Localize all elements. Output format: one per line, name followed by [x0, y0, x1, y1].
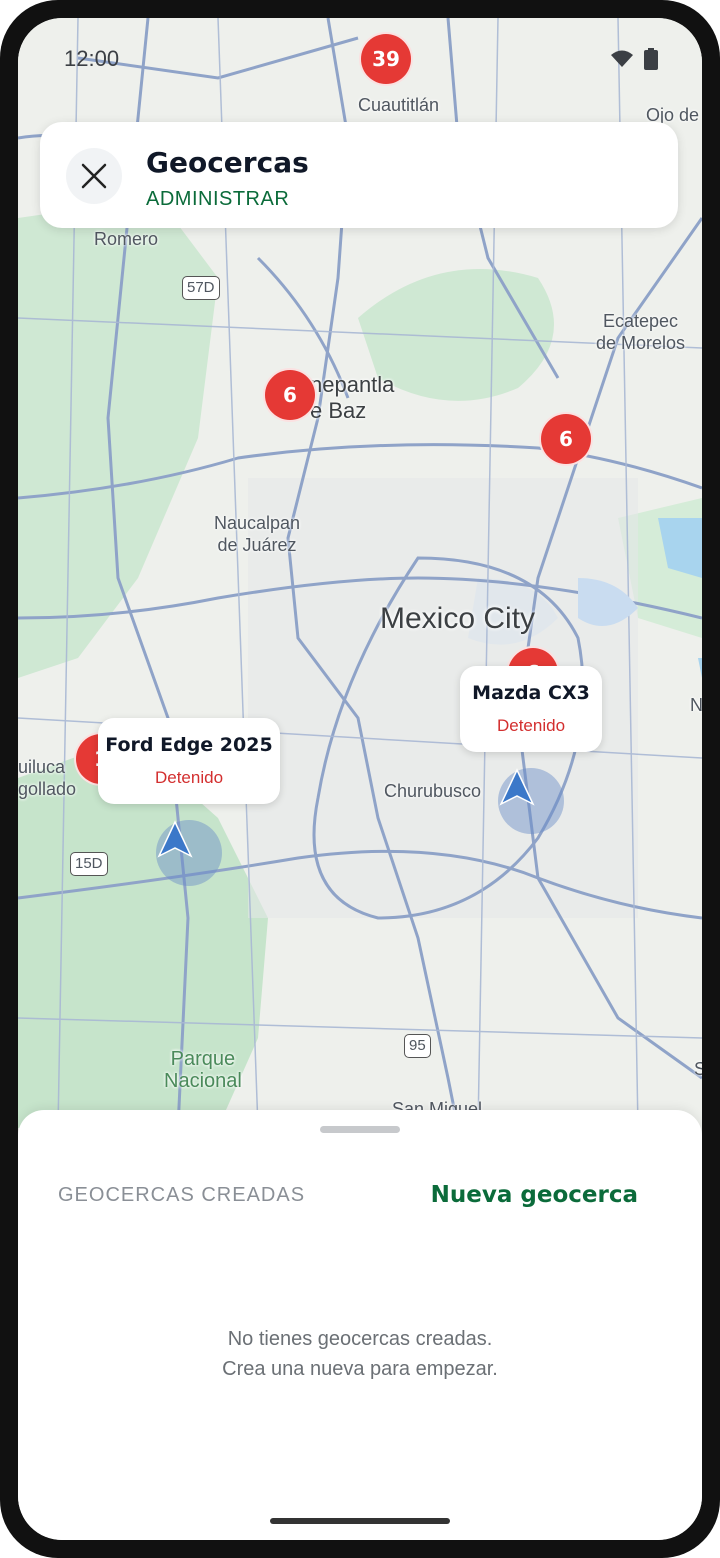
screen: 57D 15D 95 Cuautitlán Ojo de Romero Ecat…: [18, 18, 702, 1540]
tab-nueva-geocerca[interactable]: Nueva geocerca: [431, 1182, 638, 1208]
vehicle-card-mazda-cx3[interactable]: Mazda CX3 Detenido: [460, 666, 602, 752]
vehicle-name: Ford Edge 2025: [105, 734, 273, 756]
status-time: 12:00: [64, 46, 120, 71]
close-icon: [81, 163, 107, 189]
navigation-arrow-icon: [499, 768, 535, 806]
highway-shield-95: 95: [404, 1034, 431, 1058]
vehicle-name: Mazda CX3: [472, 682, 590, 704]
drag-handle[interactable]: [320, 1126, 400, 1133]
device-frame: 57D 15D 95 Cuautitlán Ojo de Romero Ecat…: [0, 0, 720, 1558]
vehicle-status: Detenido: [496, 716, 566, 735]
empty-state-line-2: Crea una nueva para empezar.: [222, 1358, 498, 1380]
highway-shield-57d: 57D: [182, 276, 220, 300]
cluster-marker[interactable]: 39: [359, 32, 413, 86]
place-tlalnepantla: nepantla e Baz: [310, 372, 395, 423]
vehicle-location-marker[interactable]: [156, 820, 222, 886]
home-indicator[interactable]: [270, 1518, 450, 1524]
administrar-link[interactable]: ADMINISTRAR: [146, 188, 289, 211]
tab-geocercas-creadas[interactable]: GEOCERCAS CREADAS: [58, 1184, 305, 1207]
place-naucalpan: Naucalpan de Juárez: [214, 513, 301, 555]
cluster-marker[interactable]: 6: [263, 368, 317, 422]
bottom-sheet: GEOCERCAS CREADAS Nueva geocerca No tien…: [18, 1110, 702, 1540]
empty-state-line-1: No tienes geocercas creadas.: [227, 1328, 493, 1350]
city-label-mexico-city: Mexico City: [380, 602, 536, 635]
status-icons: [610, 48, 658, 70]
page-title: Geocercas: [146, 146, 309, 179]
wifi-icon: [611, 50, 633, 67]
place-cuautitlan: Cuautitlán: [358, 95, 440, 115]
place-romero: Romero: [94, 229, 159, 249]
place-ecatepec: Ecatepec de Morelos: [596, 311, 686, 353]
vehicle-card-ford-edge[interactable]: Ford Edge 2025 Detenido: [98, 718, 280, 804]
battery-icon: [644, 48, 658, 70]
place-edge-n: N: [690, 695, 702, 715]
navigation-arrow-icon: [157, 820, 193, 858]
place-churubusco: Churubusco: [384, 781, 482, 801]
place-edge-s: S: [694, 1059, 702, 1079]
place-parque-nacional: Parque Nacional: [164, 1048, 242, 1092]
place-huilucan: uiluca gollado: [18, 757, 77, 799]
close-button[interactable]: [66, 148, 122, 204]
vehicle-status: Detenido: [154, 768, 224, 787]
highway-shield-15d: 15D: [70, 852, 108, 876]
cluster-marker[interactable]: 6: [539, 412, 593, 466]
vehicle-location-marker[interactable]: [498, 768, 564, 834]
geofence-header-card: Geocercas ADMINISTRAR: [40, 122, 678, 228]
